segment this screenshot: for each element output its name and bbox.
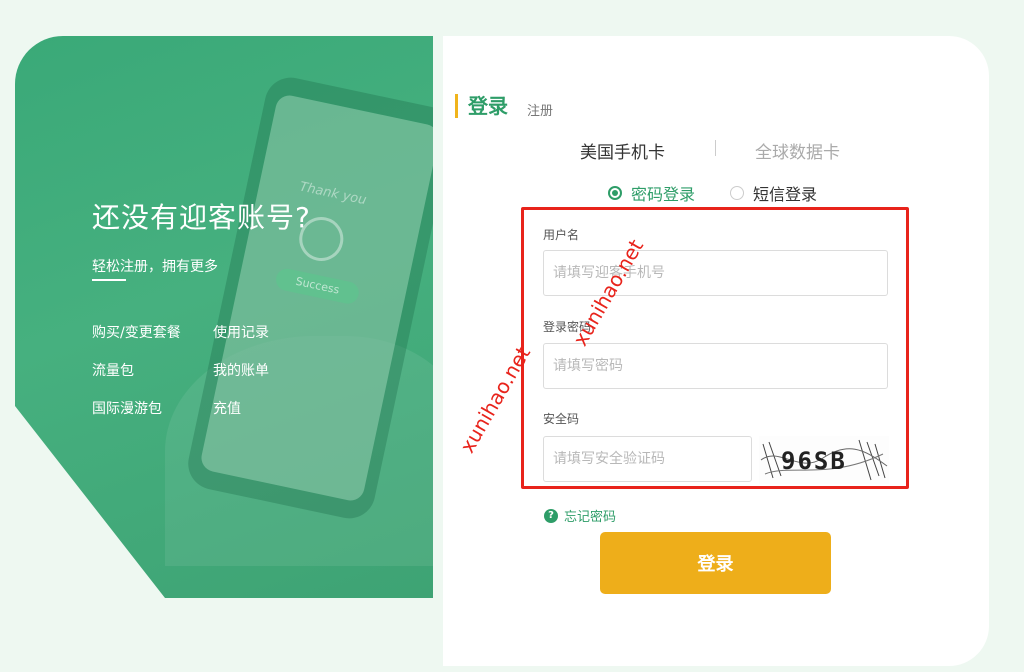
password-label: 登录密码: [543, 320, 592, 334]
link-data-pack[interactable]: 流量包: [92, 362, 213, 381]
phone-success-badge: Success: [274, 266, 361, 306]
radio-sms-label: 短信登录: [753, 185, 818, 204]
promo-links: 购买/变更套餐 使用记录 流量包 我的账单 国际漫游包 充值: [92, 324, 332, 419]
captcha-image[interactable]: 96SB: [759, 436, 889, 484]
promo-panel: Thank you Success 还没有迎客账号? 轻松注册，拥有更多 购买/…: [15, 36, 433, 598]
username-input[interactable]: [543, 250, 888, 296]
username-label: 用户名: [543, 228, 580, 242]
promo-subtitle: 轻松注册，拥有更多: [92, 259, 218, 275]
question-icon: ?: [544, 508, 558, 523]
login-button[interactable]: 登录: [600, 532, 831, 594]
captcha-input[interactable]: [543, 436, 752, 482]
radio-sms-login[interactable]: 短信登录: [730, 181, 817, 205]
link-top-up[interactable]: 充值: [213, 400, 323, 419]
tab-us-sim[interactable]: 美国手机卡: [580, 138, 665, 163]
link-roaming-pack[interactable]: 国际漫游包: [92, 400, 213, 419]
divider: [715, 140, 716, 156]
forgot-password-label: 忘记密码: [564, 510, 617, 525]
promo-title: 还没有迎客账号?: [92, 201, 311, 234]
tab-register[interactable]: 注册: [527, 100, 553, 119]
link-my-bills[interactable]: 我的账单: [213, 362, 323, 381]
tab-login[interactable]: 登录: [455, 94, 508, 118]
promo-underline: [92, 279, 126, 281]
forgot-password-link[interactable]: ? 忘记密码: [544, 506, 616, 525]
radio-unchecked-icon: [730, 186, 744, 200]
captcha-text: 96SB: [781, 447, 847, 475]
captcha-noise: 96SB: [760, 439, 888, 481]
radio-password-login[interactable]: 密码登录: [608, 181, 695, 205]
captcha-label: 安全码: [543, 412, 580, 426]
link-buy-plan[interactable]: 购买/变更套餐: [92, 324, 213, 343]
login-card: 登录 注册 美国手机卡 全球数据卡 密码登录 短信登录 用户名 登录密码 安全码…: [443, 36, 989, 666]
radio-password-label: 密码登录: [631, 185, 696, 204]
radio-checked-icon: [608, 186, 622, 200]
tab-global-data[interactable]: 全球数据卡: [755, 138, 840, 163]
link-usage-records[interactable]: 使用记录: [213, 324, 323, 343]
password-input[interactable]: [543, 343, 888, 389]
